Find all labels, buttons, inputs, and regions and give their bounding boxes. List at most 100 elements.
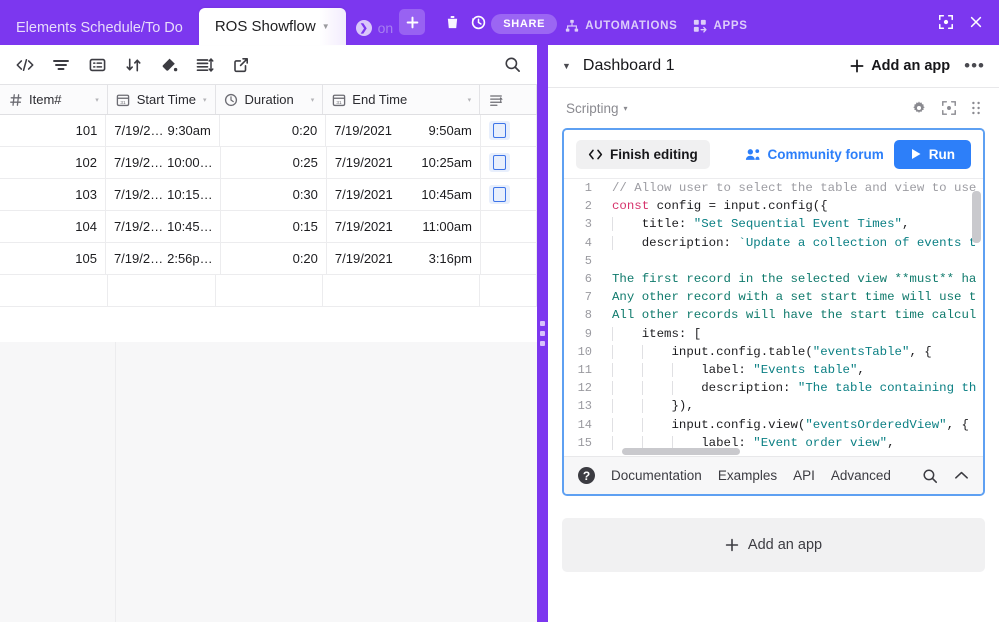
column-header-item-number[interactable]: Item# ▾ bbox=[0, 85, 108, 114]
cell-start-time[interactable]: 7/19/2… 10:00… bbox=[106, 147, 221, 178]
share-button[interactable]: SHARE bbox=[491, 14, 558, 34]
api-link[interactable]: API bbox=[793, 468, 815, 483]
table-row[interactable]: 103 7/19/2… 10:15… 0:30 7/19/2021 10:45a… bbox=[0, 179, 537, 211]
cell-duration[interactable]: 0:20 bbox=[220, 115, 327, 146]
finish-editing-button[interactable]: Finish editing bbox=[576, 139, 710, 169]
dashboard-title[interactable]: Dashboard 1 bbox=[583, 57, 675, 75]
cell-notes[interactable] bbox=[481, 243, 537, 274]
cell-end-time[interactable]: 7/19/2021 10:45am bbox=[327, 179, 481, 210]
column-header-duration[interactable]: Duration ▾ bbox=[216, 85, 324, 114]
cell-end-time[interactable]: 7/19/2021 9:50am bbox=[326, 115, 481, 146]
code-line[interactable]: 3 title: "Set Sequential Event Times", bbox=[564, 215, 983, 233]
cell-start-time[interactable]: 7/19/2… 10:15… bbox=[106, 179, 221, 210]
examples-link[interactable]: Examples bbox=[718, 468, 777, 483]
cell-empty[interactable] bbox=[323, 275, 481, 306]
drag-dots-icon[interactable] bbox=[971, 100, 981, 116]
table-tab-elements-schedule[interactable]: Elements Schedule/To Do bbox=[0, 11, 199, 45]
search-icon[interactable] bbox=[495, 50, 529, 80]
code-horizontal-scrollbar[interactable] bbox=[622, 448, 740, 455]
expand-icon[interactable] bbox=[933, 9, 959, 35]
code-line[interactable]: 6 The first record in the selected view *… bbox=[564, 270, 983, 288]
history-clock-icon[interactable] bbox=[465, 9, 491, 35]
cell-duration[interactable]: 0:15 bbox=[221, 211, 327, 242]
cell-notes[interactable] bbox=[481, 179, 537, 210]
color-fill-icon[interactable] bbox=[152, 50, 186, 80]
table-row-empty[interactable] bbox=[0, 275, 537, 307]
cell-empty[interactable] bbox=[108, 275, 216, 306]
table-row[interactable]: 102 7/19/2… 10:00… 0:25 7/19/2021 10:25a… bbox=[0, 147, 537, 179]
cell-item-number[interactable]: 102 bbox=[0, 147, 106, 178]
code-line[interactable]: 7 Any other record with a set start time … bbox=[564, 288, 983, 306]
table-tab-overflow[interactable]: ❯ on bbox=[346, 11, 400, 45]
cell-start-time[interactable]: 7/19/2… 10:45… bbox=[106, 211, 221, 242]
table-row[interactable]: 101 7/19/2… 9:30am 0:20 7/19/2021 9:50am bbox=[0, 115, 537, 147]
chevron-right-circle-icon[interactable]: ❯ bbox=[355, 20, 372, 36]
expand-app-icon[interactable] bbox=[941, 100, 957, 116]
cell-notes[interactable] bbox=[481, 115, 537, 146]
code-line[interactable]: 10 input.config.table("eventsTable", { bbox=[564, 343, 983, 361]
cell-end-time[interactable]: 7/19/2021 11:00am bbox=[327, 211, 481, 242]
chevron-up-icon[interactable] bbox=[954, 470, 969, 481]
sort-icon[interactable] bbox=[116, 50, 150, 80]
cell-duration[interactable]: 0:20 bbox=[221, 243, 327, 274]
code-line[interactable]: 14 input.config.view("eventsOrderedView"… bbox=[564, 415, 983, 433]
column-header-start-time[interactable]: 31 Start Time ▾ bbox=[108, 85, 216, 114]
column-header-notes[interactable] bbox=[480, 85, 537, 114]
cell-item-number[interactable]: 104 bbox=[0, 211, 106, 242]
code-line[interactable]: 4 description: `Update a collection of e… bbox=[564, 234, 983, 252]
cell-item-number[interactable]: 101 bbox=[0, 115, 107, 146]
dashboard-more-button[interactable]: ••• bbox=[964, 57, 985, 74]
advanced-link[interactable]: Advanced bbox=[831, 468, 891, 483]
cell-start-time[interactable]: 7/19/2… 9:30am bbox=[106, 115, 220, 146]
cell-item-number[interactable]: 105 bbox=[0, 243, 106, 274]
cell-empty[interactable] bbox=[216, 275, 324, 306]
code-view-icon[interactable] bbox=[8, 50, 42, 80]
close-icon[interactable] bbox=[963, 9, 989, 35]
chevron-down-icon[interactable]: ▾ bbox=[203, 96, 207, 104]
search-icon[interactable] bbox=[922, 468, 938, 484]
filter-icon[interactable] bbox=[44, 50, 78, 80]
cell-duration[interactable]: 0:25 bbox=[221, 147, 327, 178]
cell-item-number[interactable]: 103 bbox=[0, 179, 106, 210]
code-vertical-scrollbar[interactable] bbox=[972, 191, 981, 243]
add-an-app-bottom-button[interactable]: Add an app bbox=[562, 518, 985, 572]
chevron-down-icon[interactable]: ▾ bbox=[311, 96, 315, 104]
documentation-link[interactable]: Documentation bbox=[611, 468, 702, 483]
drag-handle-icon[interactable] bbox=[540, 321, 545, 346]
code-line[interactable]: 2 const config = input.config({ bbox=[564, 197, 983, 215]
code-line[interactable]: 9 items: [ bbox=[564, 325, 983, 343]
cell-empty[interactable] bbox=[0, 275, 108, 306]
add-an-app-button[interactable]: Add an app bbox=[850, 58, 950, 74]
cell-duration[interactable]: 0:30 bbox=[221, 179, 327, 210]
group-icon[interactable] bbox=[80, 50, 114, 80]
code-line[interactable]: 13 }), bbox=[564, 397, 983, 415]
cell-empty[interactable] bbox=[480, 275, 537, 306]
code-line[interactable]: 5 bbox=[564, 252, 983, 270]
app-name-dropdown[interactable]: Scripting ▾ bbox=[566, 101, 628, 116]
cell-end-time[interactable]: 7/19/2021 3:16pm bbox=[327, 243, 481, 274]
code-line[interactable]: 1 // Allow user to select the table and v… bbox=[564, 179, 983, 197]
trash-icon[interactable] bbox=[439, 9, 465, 35]
table-row[interactable]: 104 7/19/2… 10:45… 0:15 7/19/2021 11:00a… bbox=[0, 211, 537, 243]
cell-notes[interactable] bbox=[481, 211, 537, 242]
table-row[interactable]: 105 7/19/2… 2:56p… 0:20 7/19/2021 3:16pm bbox=[0, 243, 537, 275]
chevron-down-icon[interactable]: ▾ bbox=[95, 96, 99, 104]
chevron-down-icon[interactable]: ▼ bbox=[322, 22, 330, 31]
column-header-end-time[interactable]: 31 End Time ▾ bbox=[323, 85, 481, 114]
cell-start-time[interactable]: 7/19/2… 2:56p… bbox=[106, 243, 221, 274]
chevron-down-icon[interactable]: ▼ bbox=[562, 61, 571, 71]
help-icon[interactable]: ? bbox=[578, 467, 595, 484]
pane-resize-handle[interactable] bbox=[537, 45, 548, 622]
community-forum-link[interactable]: Community forum bbox=[745, 147, 884, 162]
gear-icon[interactable] bbox=[911, 100, 927, 116]
code-line[interactable]: 12 description: "The table containing th bbox=[564, 379, 983, 397]
cell-notes[interactable] bbox=[481, 147, 537, 178]
code-editor[interactable]: 1 // Allow user to select the table and v… bbox=[564, 178, 983, 456]
add-table-button[interactable] bbox=[399, 9, 426, 35]
chevron-down-icon[interactable]: ▾ bbox=[468, 96, 472, 104]
share-view-icon[interactable] bbox=[224, 50, 258, 80]
run-button[interactable]: Run bbox=[893, 139, 971, 169]
code-line[interactable]: 8 All other records will have the start t… bbox=[564, 306, 983, 324]
apps-button[interactable]: APPS bbox=[685, 19, 755, 33]
cell-end-time[interactable]: 7/19/2021 10:25am bbox=[327, 147, 481, 178]
